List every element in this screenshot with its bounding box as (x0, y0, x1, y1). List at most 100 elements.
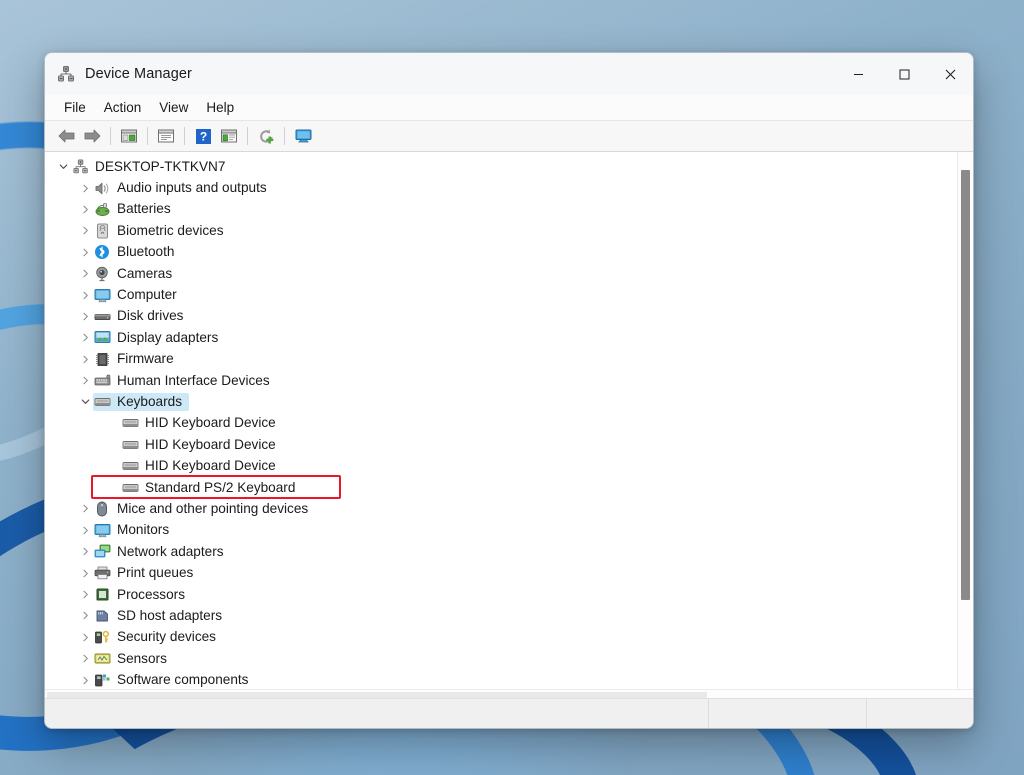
menu-help[interactable]: Help (197, 98, 243, 117)
menu-file[interactable]: File (55, 98, 95, 117)
chevron-right-icon[interactable] (77, 547, 93, 556)
keyboard-icon (121, 415, 139, 431)
maximize-button[interactable] (881, 53, 927, 95)
tree-item-sensors[interactable]: Sensors (45, 648, 957, 669)
chevron-right-icon[interactable] (77, 184, 93, 193)
tree-item-firmware[interactable]: Firmware (45, 349, 957, 370)
chevron-right-icon[interactable] (77, 526, 93, 535)
vertical-scrollbar[interactable] (957, 152, 973, 689)
tree-item-computer[interactable]: Computer (45, 284, 957, 305)
tree-item-display-adapters[interactable]: Display adapters (45, 327, 957, 348)
chevron-right-icon[interactable] (77, 611, 93, 620)
horizontal-scrollbar-thumb[interactable] (47, 692, 707, 698)
speaker-icon (93, 180, 111, 196)
chevron-down-icon[interactable] (55, 162, 71, 171)
toolbar-divider (184, 127, 185, 145)
tree-item-processors[interactable]: Processors (45, 584, 957, 605)
tree-item-mice-and-other-pointing-devices[interactable]: Mice and other pointing devices (45, 498, 957, 519)
tree-item-standard-ps2-keyboard[interactable]: Standard PS/2 Keyboard (45, 477, 957, 498)
tree-item-security-devices[interactable]: Security devices (45, 627, 957, 648)
tree-item-label: Standard PS/2 Keyboard (145, 479, 296, 495)
tree-item-bluetooth[interactable]: Bluetooth (45, 242, 957, 263)
tree-item-hid-keyboard-device[interactable]: HID Keyboard Device (45, 455, 957, 476)
sd-host-adapter-icon (93, 608, 111, 624)
chevron-right-icon[interactable] (77, 504, 93, 513)
chevron-down-icon[interactable] (77, 397, 93, 406)
network-adapter-icon (93, 544, 111, 560)
chevron-right-icon[interactable] (77, 269, 93, 278)
tree-item-batteries[interactable]: Batteries (45, 199, 957, 220)
scan-for-hardware-changes-icon[interactable] (253, 124, 279, 148)
tree-item-sd-host-adapters[interactable]: SD host adapters (45, 605, 957, 626)
menu-action[interactable]: Action (95, 98, 151, 117)
horizontal-scrollbar[interactable] (45, 689, 973, 698)
monitor-icon (93, 287, 111, 303)
printer-icon (93, 565, 111, 581)
show-hide-console-tree-icon[interactable] (116, 124, 142, 148)
tree-item-audio-inputs-and-outputs[interactable]: Audio inputs and outputs (45, 177, 957, 198)
tree-item-label: Monitors (117, 522, 170, 538)
tree-item-label: HID Keyboard Device (145, 458, 276, 474)
tree-item-network-adapters[interactable]: Network adapters (45, 541, 957, 562)
tree-item-hid-keyboard-device[interactable]: HID Keyboard Device (45, 413, 957, 434)
tree-item-human-interface-devices[interactable]: Human Interface Devices (45, 370, 957, 391)
toolbar-divider (247, 127, 248, 145)
chevron-right-icon[interactable] (77, 633, 93, 642)
close-button[interactable] (927, 53, 973, 95)
help-icon[interactable]: ? (190, 124, 216, 148)
update-driver-icon[interactable] (216, 124, 242, 148)
menu-view[interactable]: View (150, 98, 197, 117)
keyboard-icon (121, 458, 139, 474)
tree-item-monitors[interactable]: Monitors (45, 520, 957, 541)
chevron-right-icon[interactable] (77, 355, 93, 364)
chevron-right-icon[interactable] (77, 248, 93, 257)
tree-item-label: Audio inputs and outputs (117, 180, 267, 196)
chevron-right-icon[interactable] (77, 376, 93, 385)
device-tree[interactable]: DESKTOP-TKTKVN7 Audio inputs and outputs (45, 152, 957, 689)
menu-bar: File Action View Help (45, 95, 973, 121)
tree-item-label: Security devices (117, 629, 216, 645)
tree-item-label: Bluetooth (117, 244, 175, 260)
forward-arrow-icon[interactable] (79, 124, 105, 148)
display-device-icon[interactable] (290, 124, 316, 148)
tree-item-disk-drives[interactable]: Disk drives (45, 306, 957, 327)
back-arrow-icon[interactable] (53, 124, 79, 148)
tree-item-label: SD host adapters (117, 607, 223, 623)
tree-item-label: Batteries (117, 201, 171, 217)
disk-drive-icon (93, 308, 111, 324)
chevron-right-icon[interactable] (77, 312, 93, 321)
chevron-right-icon[interactable] (77, 654, 93, 663)
tree-item-print-queues[interactable]: Print queues (45, 562, 957, 583)
chevron-right-icon[interactable] (77, 569, 93, 578)
tree-item-label: Software components (117, 672, 249, 688)
tree-item-biometric-devices[interactable]: Biometric devices (45, 220, 957, 241)
sensor-icon (93, 651, 111, 667)
tree-item-hid-keyboard-device[interactable]: HID Keyboard Device (45, 434, 957, 455)
chevron-right-icon[interactable] (77, 333, 93, 342)
tree-item-keyboards[interactable]: Keyboards (45, 391, 957, 412)
camera-icon (93, 266, 111, 282)
display-adapter-icon (93, 330, 111, 346)
tree-item-label: Human Interface Devices (117, 372, 270, 388)
tree-item-label: Firmware (117, 351, 174, 367)
chevron-right-icon[interactable] (77, 291, 93, 300)
chevron-right-icon[interactable] (77, 205, 93, 214)
tree-item-cameras[interactable]: Cameras (45, 263, 957, 284)
chevron-right-icon[interactable] (77, 676, 93, 685)
tree-root-item[interactable]: DESKTOP-TKTKVN7 (45, 156, 957, 177)
chevron-right-icon[interactable] (77, 590, 93, 599)
tree-item-software-components[interactable]: Software components (45, 669, 957, 689)
properties-icon[interactable] (153, 124, 179, 148)
tree-item-label: Cameras (117, 265, 173, 281)
chevron-right-icon[interactable] (77, 226, 93, 235)
tree-item-label: Computer (117, 287, 177, 303)
selected-highlight: Keyboards (93, 392, 189, 411)
device-manager-window: Device Manager File Action View Help ? D… (44, 52, 974, 729)
tree-item-label: Sensors (117, 650, 167, 666)
vertical-scrollbar-thumb[interactable] (961, 170, 970, 600)
tree-item-label: Disk drives (117, 308, 184, 324)
device-manager-icon (57, 65, 75, 83)
minimize-button[interactable] (835, 53, 881, 95)
firmware-chip-icon (93, 351, 111, 367)
window-title: Device Manager (85, 66, 192, 82)
